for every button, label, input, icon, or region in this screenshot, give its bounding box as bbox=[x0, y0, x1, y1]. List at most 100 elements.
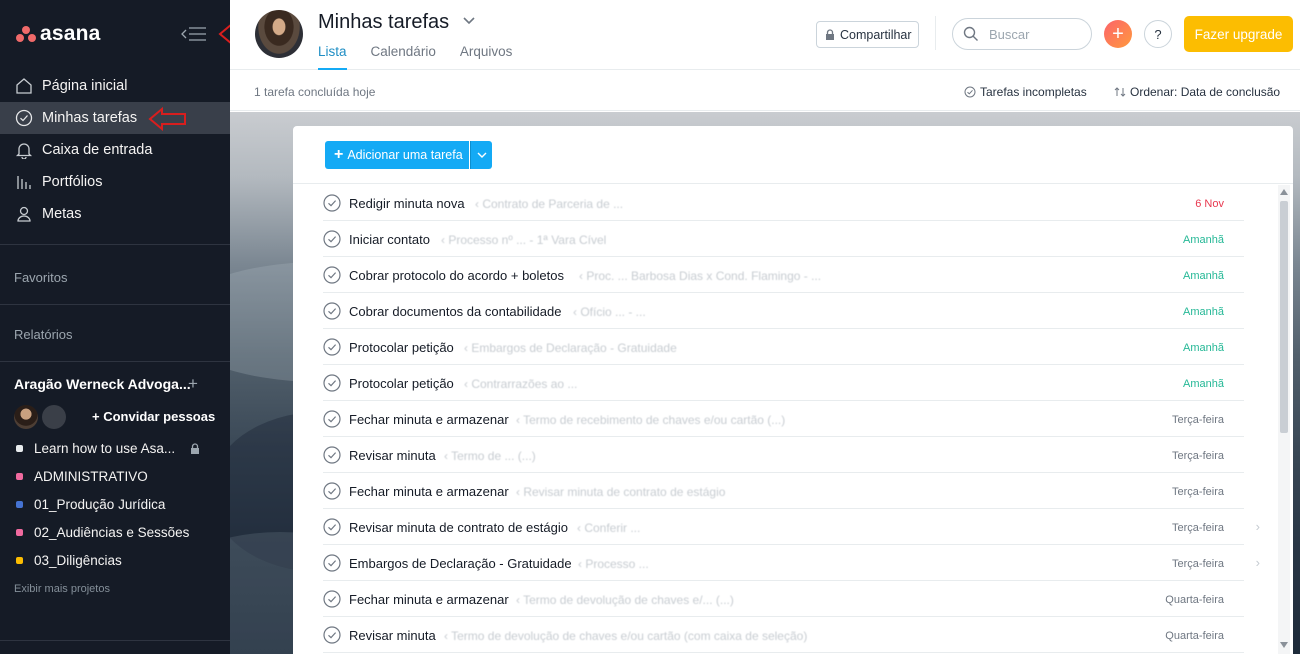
reports-heading[interactable]: Relatórios bbox=[14, 327, 73, 342]
asana-logo[interactable]: asana bbox=[16, 22, 101, 46]
scrollbar[interactable] bbox=[1278, 185, 1290, 654]
task-due-date[interactable]: Terça-feira bbox=[1172, 414, 1224, 426]
scroll-up-arrow[interactable] bbox=[1280, 189, 1288, 195]
sidebar-item-my-tasks[interactable]: Minhas tarefas bbox=[0, 102, 230, 134]
task-due-date[interactable]: Terça-feira bbox=[1172, 450, 1224, 462]
task-due-date[interactable]: Terça-feira bbox=[1172, 558, 1224, 570]
task-row[interactable]: Cobrar documentos da contabilidade ‹ Ofíc… bbox=[323, 293, 1244, 329]
complete-task-checkbox-icon[interactable] bbox=[323, 626, 341, 644]
chevron-right-icon[interactable]: › bbox=[1256, 519, 1260, 534]
task-due-date[interactable]: Terça-feira bbox=[1172, 522, 1224, 534]
task-name[interactable]: Embargos de Declaração - Gratuidade bbox=[349, 556, 572, 571]
task-name[interactable]: Cobrar protocolo do acordo + boletos bbox=[349, 268, 564, 283]
task-due-date[interactable]: Amanhã bbox=[1183, 234, 1224, 246]
task-row[interactable]: Fechar minuta e armazenar ‹ Termo de rece… bbox=[323, 401, 1244, 437]
complete-task-checkbox-icon[interactable] bbox=[323, 590, 341, 608]
task-project[interactable]: ‹ Revisar minuta de contrato de estágio bbox=[516, 485, 725, 499]
tab-calendar[interactable]: Calendário bbox=[371, 44, 436, 70]
task-name[interactable]: Revisar minuta de contrato de estágio bbox=[349, 520, 568, 535]
tab-files[interactable]: Arquivos bbox=[460, 44, 513, 70]
task-project[interactable]: ‹ Conferir ... bbox=[577, 521, 640, 535]
task-row[interactable]: Fechar minuta e armazenar ‹ Termo de devo… bbox=[323, 581, 1244, 617]
task-name[interactable]: Fechar minuta e armazenar bbox=[349, 412, 509, 427]
task-project[interactable]: ‹ Termo de ... (...) bbox=[444, 449, 536, 463]
complete-task-checkbox-icon[interactable] bbox=[323, 518, 341, 536]
collapse-sidebar-button[interactable] bbox=[180, 24, 208, 44]
task-name[interactable]: Iniciar contato bbox=[349, 232, 430, 247]
complete-task-checkbox-icon[interactable] bbox=[323, 554, 341, 572]
task-row[interactable]: Revisar minuta ‹ Termo de devolução de ch… bbox=[323, 617, 1244, 653]
task-name[interactable]: Revisar minuta bbox=[349, 448, 436, 463]
sidebar-item-portfolios[interactable]: Portfólios bbox=[0, 166, 230, 198]
task-due-date[interactable]: Amanhã bbox=[1183, 342, 1224, 354]
sort-button[interactable]: Ordenar: Data de conclusão bbox=[1114, 85, 1280, 99]
task-name[interactable]: Fechar minuta e armazenar bbox=[349, 484, 509, 499]
task-row[interactable]: Fechar minuta e armazenar ‹ Revisar minut… bbox=[323, 473, 1244, 509]
avatar[interactable] bbox=[42, 405, 66, 429]
task-project[interactable]: ‹ Contrarrazões ao ... bbox=[464, 377, 577, 391]
task-project[interactable]: ‹ Embargos de Declaração - Gratuidade bbox=[464, 341, 677, 355]
complete-task-checkbox-icon[interactable] bbox=[323, 194, 341, 212]
show-more-projects-link[interactable]: Exibir mais projetos bbox=[14, 583, 110, 595]
task-project[interactable]: ‹ Termo de devolução de chaves e/ou cart… bbox=[444, 629, 807, 643]
complete-task-checkbox-icon[interactable] bbox=[323, 410, 341, 428]
complete-task-checkbox-icon[interactable] bbox=[323, 338, 341, 356]
task-due-date[interactable]: Amanhã bbox=[1183, 306, 1224, 318]
task-row[interactable]: Redigir minuta nova ‹ Contrato de Parceri… bbox=[323, 185, 1244, 221]
incomplete-tasks-filter[interactable]: Tarefas incompletas bbox=[964, 85, 1087, 99]
task-due-date[interactable]: Amanhã bbox=[1183, 270, 1224, 282]
task-name[interactable]: Protocolar petição bbox=[349, 376, 454, 391]
help-button[interactable]: ? bbox=[1144, 20, 1172, 48]
task-row[interactable]: Cobrar protocolo do acordo + boletos ‹ Pr… bbox=[323, 257, 1244, 293]
task-project[interactable]: ‹ Contrato de Parceria de ... bbox=[475, 197, 623, 211]
completed-today-text[interactable]: 1 tarefa concluída hoje bbox=[254, 85, 375, 99]
task-project[interactable]: ‹ Processo ... bbox=[578, 557, 649, 571]
add-project-button[interactable]: + bbox=[188, 374, 198, 394]
task-row[interactable]: Embargos de Declaração - Gratuidade ‹ Pro… bbox=[323, 545, 1260, 581]
task-name[interactable]: Redigir minuta nova bbox=[349, 196, 465, 211]
complete-task-checkbox-icon[interactable] bbox=[323, 230, 341, 248]
chevron-down-icon[interactable] bbox=[462, 16, 476, 26]
project-item[interactable]: ADMINISTRATIVO bbox=[16, 469, 148, 484]
task-project[interactable]: ‹ Proc. ... Barbosa Dias x Cond. Flaming… bbox=[579, 269, 821, 283]
upgrade-button[interactable]: Fazer upgrade bbox=[1184, 16, 1293, 52]
quick-add-button[interactable]: + bbox=[1104, 20, 1132, 48]
sidebar-item-inbox[interactable]: Caixa de entrada bbox=[0, 134, 230, 166]
team-name[interactable]: Aragão Werneck Advoga... bbox=[14, 376, 191, 392]
task-row[interactable]: Protocolar petição ‹ Contrarrazões ao ...… bbox=[323, 365, 1244, 401]
complete-task-checkbox-icon[interactable] bbox=[323, 446, 341, 464]
tab-list[interactable]: Lista bbox=[318, 44, 347, 70]
task-row[interactable]: Protocolar petição ‹ Embargos de Declaraç… bbox=[323, 329, 1244, 365]
project-item[interactable]: Learn how to use Asa... bbox=[16, 441, 175, 456]
complete-task-checkbox-icon[interactable] bbox=[323, 302, 341, 320]
task-due-date[interactable]: 6 Nov bbox=[1195, 198, 1224, 210]
complete-task-checkbox-icon[interactable] bbox=[323, 266, 341, 284]
project-item[interactable]: 02_Audiências e Sessões bbox=[16, 525, 189, 540]
sidebar-item-goals[interactable]: Metas bbox=[0, 198, 230, 230]
task-name[interactable]: Protocolar petição bbox=[349, 340, 454, 355]
add-task-dropdown-button[interactable] bbox=[470, 141, 492, 169]
complete-task-checkbox-icon[interactable] bbox=[323, 374, 341, 392]
task-row[interactable]: Iniciar contato ‹ Processo nº ... - 1ª Va… bbox=[323, 221, 1244, 257]
search-input[interactable]: Buscar bbox=[952, 18, 1092, 50]
complete-task-checkbox-icon[interactable] bbox=[323, 482, 341, 500]
task-project[interactable]: ‹ Termo de recebimento de chaves e/ou ca… bbox=[516, 413, 785, 427]
task-project[interactable]: ‹ Processo nº ... - 1ª Vara Cível bbox=[441, 233, 606, 247]
project-item[interactable]: 01_Produção Jurídica bbox=[16, 497, 165, 512]
task-name[interactable]: Fechar minuta e armazenar bbox=[349, 592, 509, 607]
task-due-date[interactable]: Quarta-feira bbox=[1165, 594, 1224, 606]
add-task-button[interactable]: + Adicionar uma tarefa bbox=[325, 141, 469, 169]
avatar[interactable] bbox=[14, 405, 38, 429]
task-name[interactable]: Revisar minuta bbox=[349, 628, 436, 643]
sidebar-item-home[interactable]: Página inicial bbox=[0, 70, 230, 102]
favorites-heading[interactable]: Favoritos bbox=[14, 270, 67, 285]
task-due-date[interactable]: Amanhã bbox=[1183, 378, 1224, 390]
team-members[interactable] bbox=[14, 405, 70, 429]
chevron-right-icon[interactable]: › bbox=[1256, 555, 1260, 570]
task-due-date[interactable]: Terça-feira bbox=[1172, 486, 1224, 498]
task-due-date[interactable]: Quarta-feira bbox=[1165, 630, 1224, 642]
task-project[interactable]: ‹ Termo de devolução de chaves e/... (..… bbox=[516, 593, 734, 607]
scroll-thumb[interactable] bbox=[1280, 201, 1288, 433]
task-row[interactable]: Revisar minuta de contrato de estágio ‹ C… bbox=[323, 509, 1260, 545]
task-row[interactable]: Revisar minuta ‹ Termo de ... (...) Terça-… bbox=[323, 437, 1244, 473]
